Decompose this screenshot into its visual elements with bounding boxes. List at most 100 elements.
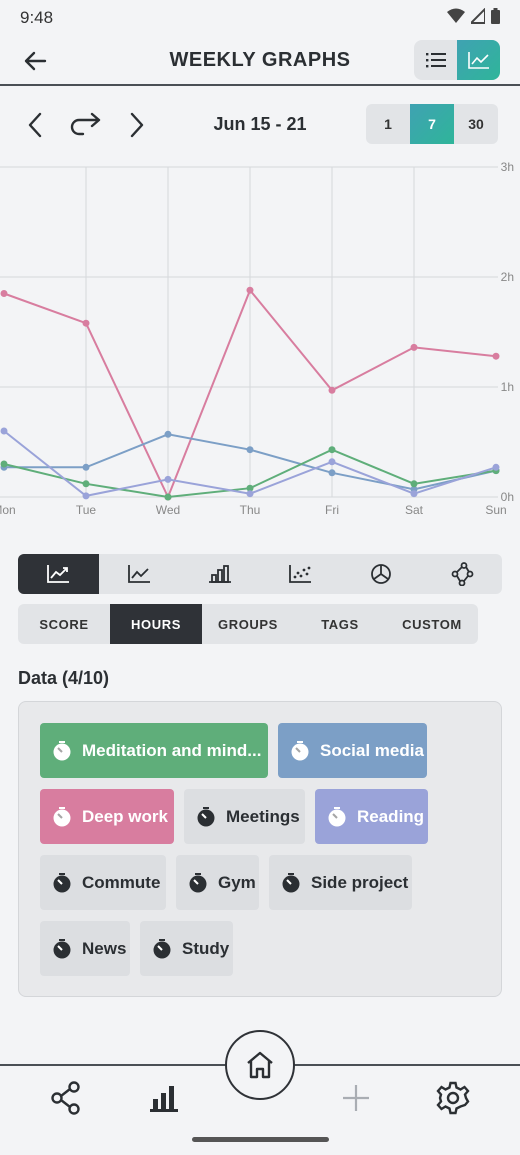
chip-social-media[interactable]: Social media <box>278 723 427 778</box>
x-tick-label: Sat <box>405 503 424 517</box>
pie-chart-icon <box>371 564 391 584</box>
chip-label: News <box>82 938 127 958</box>
data-point <box>492 352 500 360</box>
data-point <box>410 480 418 488</box>
x-tick-label: Mon <box>0 503 16 517</box>
data-point <box>164 430 172 438</box>
chip-label: Study <box>182 938 230 958</box>
reset-range-button[interactable] <box>66 108 106 142</box>
data-point <box>328 446 336 454</box>
previous-range-button[interactable] <box>18 108 52 142</box>
y-tick-label: 0h <box>501 490 514 504</box>
chip-label: Gym <box>218 872 256 892</box>
stopwatch-icon <box>53 740 71 760</box>
stopwatch-icon <box>328 806 346 826</box>
next-range-button[interactable] <box>120 108 154 142</box>
y-tick-label: 3h <box>501 160 514 174</box>
chip-gym[interactable]: Gym <box>176 855 259 910</box>
data-point <box>82 319 90 327</box>
chevron-left-icon <box>28 112 42 138</box>
trend-chart-icon <box>128 565 150 583</box>
chart-type-bar[interactable] <box>179 554 260 594</box>
line-chart-icon <box>47 565 70 583</box>
status-icons <box>447 8 500 24</box>
x-tick-label: Sun <box>485 503 506 517</box>
data-point <box>328 458 336 466</box>
hours-line-chart[interactable]: 0h 1h 2h 3h Mon Tue Wed Thu Fri Sat Sun <box>0 150 520 530</box>
statistics-button[interactable] <box>142 1076 186 1120</box>
chart-type-pie[interactable] <box>341 554 422 594</box>
chip-news[interactable]: News <box>40 921 130 976</box>
range-length-selector: 1 7 30 <box>366 104 498 144</box>
home-button[interactable] <box>225 1030 295 1100</box>
data-point <box>328 469 336 477</box>
data-section-title: Data (4/10) <box>18 668 110 688</box>
mode-custom[interactable]: CUSTOM <box>386 604 478 644</box>
stopwatch-icon <box>153 938 171 958</box>
view-toggle <box>414 40 500 80</box>
plus-icon <box>343 1085 369 1111</box>
list-icon <box>425 53 446 68</box>
data-point <box>164 493 172 501</box>
stopwatch-icon <box>53 806 71 826</box>
chip-meetings[interactable]: Meetings <box>184 789 305 844</box>
data-point <box>246 446 254 454</box>
range-option-1[interactable]: 1 <box>366 104 410 144</box>
data-point <box>164 475 172 483</box>
data-point <box>246 490 254 498</box>
data-point <box>82 480 90 488</box>
data-point <box>0 427 8 435</box>
x-tick-label: Tue <box>76 503 97 517</box>
chip-commute[interactable]: Commute <box>40 855 166 910</box>
chip-deep-work[interactable]: Deep work <box>40 789 174 844</box>
stopwatch-icon <box>282 872 300 892</box>
data-point <box>410 490 418 498</box>
graph-view-button[interactable] <box>457 40 500 80</box>
home-icon <box>247 1051 273 1079</box>
chip-label: Deep work <box>82 806 168 826</box>
scatter-chart-icon <box>289 565 312 583</box>
data-point <box>82 463 90 471</box>
x-tick-label: Fri <box>325 503 339 517</box>
chip-label: Reading <box>357 806 425 826</box>
bar-chart-icon <box>150 1086 178 1112</box>
gear-icon <box>436 1081 470 1115</box>
mode-selector: SCORE HOURS GROUPS TAGS CUSTOM <box>18 604 478 644</box>
chip-side-project[interactable]: Side project <box>269 855 412 910</box>
mode-score[interactable]: SCORE <box>18 604 110 644</box>
x-tick-label: Wed <box>156 503 180 517</box>
settings-button[interactable] <box>431 1076 475 1120</box>
chart-type-selector <box>18 554 502 594</box>
chart-type-line[interactable] <box>18 554 99 594</box>
range-option-30[interactable]: 30 <box>454 104 498 144</box>
gesture-bar[interactable] <box>192 1137 329 1142</box>
chip-meditation[interactable]: Meditation and mind... <box>40 723 268 778</box>
stopwatch-icon <box>197 806 215 826</box>
chart-type-trend[interactable] <box>99 554 180 594</box>
share-icon <box>51 1081 80 1115</box>
mode-hours[interactable]: HOURS <box>110 604 202 644</box>
range-option-7[interactable]: 7 <box>410 104 454 144</box>
y-tick-label: 1h <box>501 380 514 394</box>
data-chip-panel: Meditation and mind... Social media Deep… <box>18 701 502 997</box>
stopwatch-icon <box>189 872 207 892</box>
share-button[interactable] <box>44 1076 88 1120</box>
data-point <box>246 286 254 294</box>
data-point <box>328 386 336 394</box>
x-tick-label: Thu <box>240 503 261 517</box>
mode-groups[interactable]: GROUPS <box>202 604 294 644</box>
chevron-right-icon <box>130 112 144 138</box>
status-time: 9:48 <box>20 8 54 27</box>
stopwatch-icon <box>53 872 71 892</box>
chart-type-scatter[interactable] <box>260 554 341 594</box>
mode-tags[interactable]: TAGS <box>294 604 386 644</box>
chart-type-network[interactable] <box>421 554 502 594</box>
add-button[interactable] <box>334 1076 378 1120</box>
bar-chart-icon <box>208 565 231 583</box>
chip-label: Side project <box>311 872 409 892</box>
wifi-icon <box>447 8 465 23</box>
chip-study[interactable]: Study <box>140 921 233 976</box>
data-point <box>0 290 8 297</box>
list-view-button[interactable] <box>414 40 457 80</box>
chip-reading[interactable]: Reading <box>315 789 428 844</box>
